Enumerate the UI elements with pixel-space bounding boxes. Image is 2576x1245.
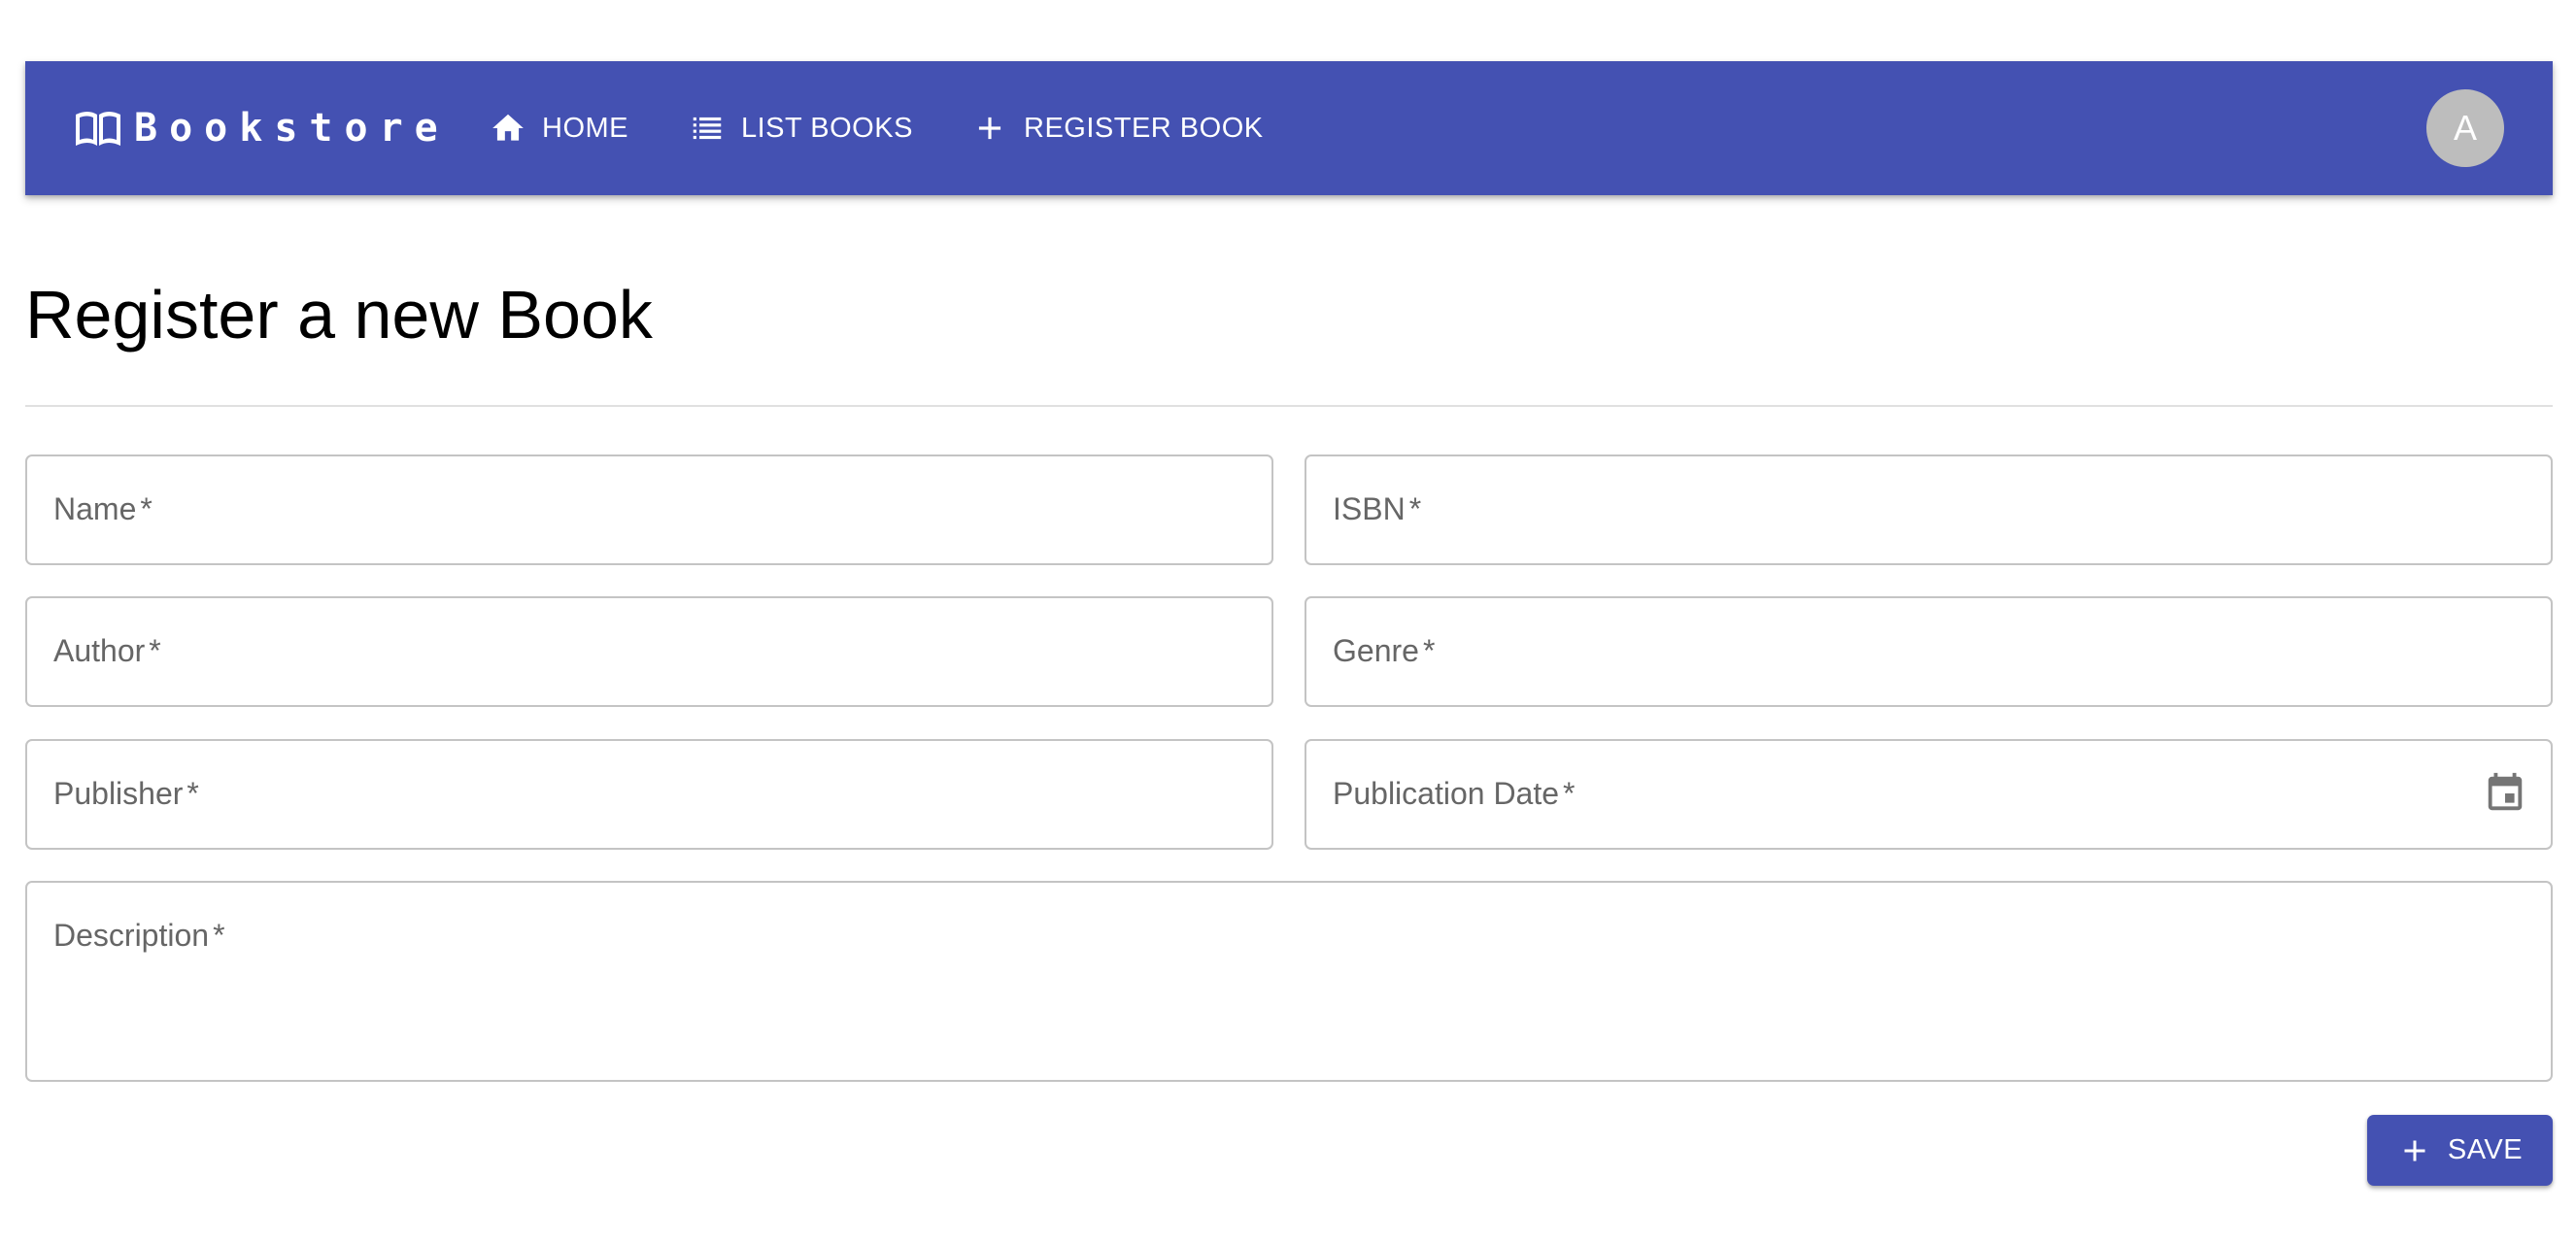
name-field-label: Name *	[53, 491, 153, 526]
description-field[interactable]: Description *	[25, 881, 2553, 1082]
avatar-initial: A	[2453, 108, 2477, 148]
title-divider	[25, 405, 2553, 407]
brand[interactable]: Bookstore	[74, 61, 450, 195]
page-title: Register a new Book	[25, 277, 653, 353]
plus-icon	[971, 110, 1008, 147]
plus-icon	[2397, 1133, 2432, 1168]
isbn-field[interactable]: ISBN *	[1305, 454, 2553, 565]
home-icon	[490, 110, 526, 147]
nav-home-button[interactable]: HOME	[490, 61, 628, 195]
publication-date-field[interactable]: Publication Date *	[1305, 739, 2553, 850]
genre-field[interactable]: Genre *	[1305, 596, 2553, 707]
open-book-icon	[74, 109, 122, 148]
publisher-field-label: Publisher *	[53, 776, 199, 811]
genre-field-label: Genre *	[1333, 633, 1436, 668]
nav-list-books-button[interactable]: LIST BOOKS	[689, 61, 913, 195]
isbn-field-label: ISBN *	[1333, 491, 1422, 526]
save-button[interactable]: SAVE	[2367, 1115, 2553, 1186]
author-field[interactable]: Author *	[25, 596, 1273, 707]
list-icon	[689, 110, 726, 147]
description-field-label: Description *	[53, 918, 225, 953]
nav-list-books-label: LIST BOOKS	[741, 112, 913, 144]
avatar[interactable]: A	[2426, 89, 2504, 167]
nav-home-label: HOME	[542, 112, 628, 144]
publisher-field[interactable]: Publisher *	[25, 739, 1273, 850]
app-bar: Bookstore HOME LIST BOOKS REGISTER BOOK …	[25, 61, 2553, 195]
save-button-label: SAVE	[2447, 1134, 2524, 1165]
name-field[interactable]: Name *	[25, 454, 1273, 565]
author-field-label: Author *	[53, 633, 161, 668]
nav-register-book-label: REGISTER BOOK	[1024, 112, 1264, 144]
register-book-page: Bookstore HOME LIST BOOKS REGISTER BOOK …	[0, 0, 2576, 1245]
calendar-icon[interactable]	[2483, 771, 2527, 816]
brand-name: Bookstore	[134, 106, 450, 151]
publication-date-field-label: Publication Date *	[1333, 776, 1576, 811]
nav-register-book-button[interactable]: REGISTER BOOK	[971, 61, 1264, 195]
